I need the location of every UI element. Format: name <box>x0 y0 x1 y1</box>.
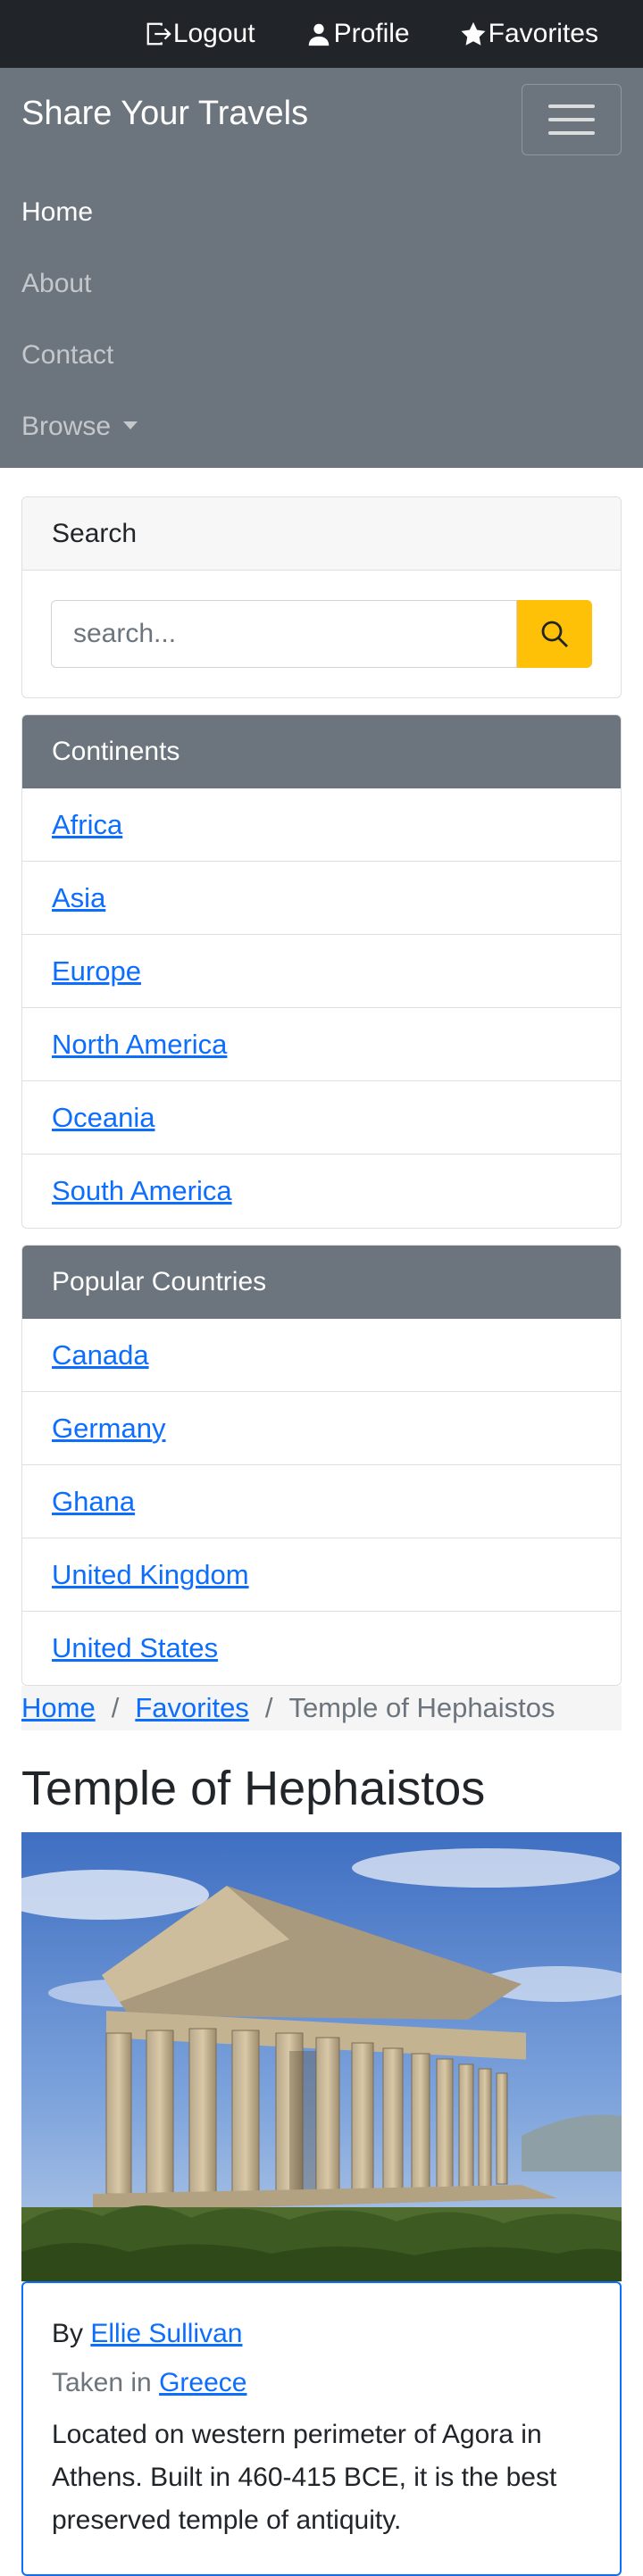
temple-image <box>21 1832 622 2281</box>
top-utility-bar: Logout Profile Favorites <box>0 0 643 68</box>
person-icon <box>308 23 329 46</box>
country-link[interactable]: United Kingdom <box>52 1559 249 1591</box>
breadcrumb-separator: / <box>111 1692 120 1723</box>
star-icon <box>461 21 486 46</box>
list-item: South America <box>22 1155 621 1228</box>
list-item: United States <box>22 1612 621 1685</box>
breadcrumb-home-link[interactable]: Home <box>21 1692 96 1724</box>
country-link[interactable]: Greece <box>159 2368 246 2397</box>
nav-item-contact[interactable]: Contact <box>21 320 138 391</box>
list-item: Oceania <box>22 1081 621 1155</box>
photo-location-line: Taken in Greece <box>52 2358 591 2408</box>
photo-description: Located on western perimeter of Agora in… <box>52 2420 557 2535</box>
continents-card: Continents Africa Asia Europe North Amer… <box>21 714 622 1229</box>
page-title: Temple of Hephaistos <box>21 1762 486 1815</box>
nav-item-home[interactable]: Home <box>21 177 138 248</box>
list-item: Asia <box>22 862 621 935</box>
nav-menu: Home About Contact Browse <box>21 177 138 463</box>
breadcrumb-favorites-link[interactable]: Favorites <box>135 1692 248 1724</box>
logout-link[interactable]: Logout <box>145 19 255 49</box>
breadcrumb: Home / Favorites / Temple of Hephaistos <box>21 1686 622 1730</box>
author-link[interactable]: Ellie Sullivan <box>90 2319 242 2348</box>
caret-down-icon <box>123 421 138 429</box>
continent-link[interactable]: North America <box>52 1029 227 1061</box>
photo-author-line: By Ellie Sullivan <box>52 2310 591 2358</box>
list-item: Africa <box>22 788 621 862</box>
search-icon <box>541 621 568 647</box>
list-item: Germany <box>22 1392 621 1465</box>
continent-link[interactable]: South America <box>52 1175 232 1207</box>
country-link[interactable]: Ghana <box>52 1486 135 1518</box>
temple-photo <box>21 1832 622 2281</box>
continent-link[interactable]: Africa <box>52 809 122 841</box>
breadcrumb-separator: / <box>264 1692 273 1723</box>
list-item: Ghana <box>22 1465 621 1538</box>
favorites-link[interactable]: Favorites <box>460 19 598 49</box>
list-item: United Kingdom <box>22 1538 621 1612</box>
main-navbar: Share Your Travels Home About Contact Br… <box>0 68 643 468</box>
hamburger-icon-bar <box>548 118 595 121</box>
nav-item-browse-label: Browse <box>21 412 112 441</box>
hamburger-icon-bar <box>548 104 595 108</box>
profile-label: Profile <box>333 19 410 48</box>
brand-title[interactable]: Share Your Travels <box>21 95 308 133</box>
continent-link[interactable]: Europe <box>52 955 141 988</box>
nav-item-about[interactable]: About <box>21 248 138 320</box>
location-prefix: Taken in <box>52 2368 152 2397</box>
list-item: Europe <box>22 935 621 1008</box>
country-link[interactable]: Canada <box>52 1339 149 1371</box>
search-card: Search <box>21 496 622 698</box>
logout-label: Logout <box>172 19 255 48</box>
profile-link[interactable]: Profile <box>305 19 410 49</box>
continent-link[interactable]: Asia <box>52 882 105 914</box>
continent-link[interactable]: Oceania <box>52 1102 154 1134</box>
continents-card-header: Continents <box>22 715 621 788</box>
search-input[interactable] <box>51 600 517 668</box>
breadcrumb-current: Temple of Hephaistos <box>288 1692 555 1723</box>
search-button[interactable] <box>517 600 592 668</box>
list-item: North America <box>22 1008 621 1081</box>
countries-card-header: Popular Countries <box>22 1246 621 1319</box>
country-link[interactable]: Germany <box>52 1413 165 1445</box>
list-item: Canada <box>22 1319 621 1392</box>
country-link[interactable]: United States <box>52 1632 218 1664</box>
search-card-header: Search <box>22 497 621 571</box>
logout-icon <box>146 22 171 46</box>
nav-item-browse[interactable]: Browse <box>21 391 138 463</box>
navbar-toggle-button[interactable] <box>522 84 622 155</box>
popular-countries-card: Popular Countries Canada Germany Ghana U… <box>21 1245 622 1686</box>
author-prefix: By <box>52 2319 84 2348</box>
hamburger-icon-bar <box>548 131 595 135</box>
photo-detail-card: By Ellie Sullivan Taken in Greece Locate… <box>21 2281 622 2576</box>
favorites-label: Favorites <box>488 19 598 48</box>
